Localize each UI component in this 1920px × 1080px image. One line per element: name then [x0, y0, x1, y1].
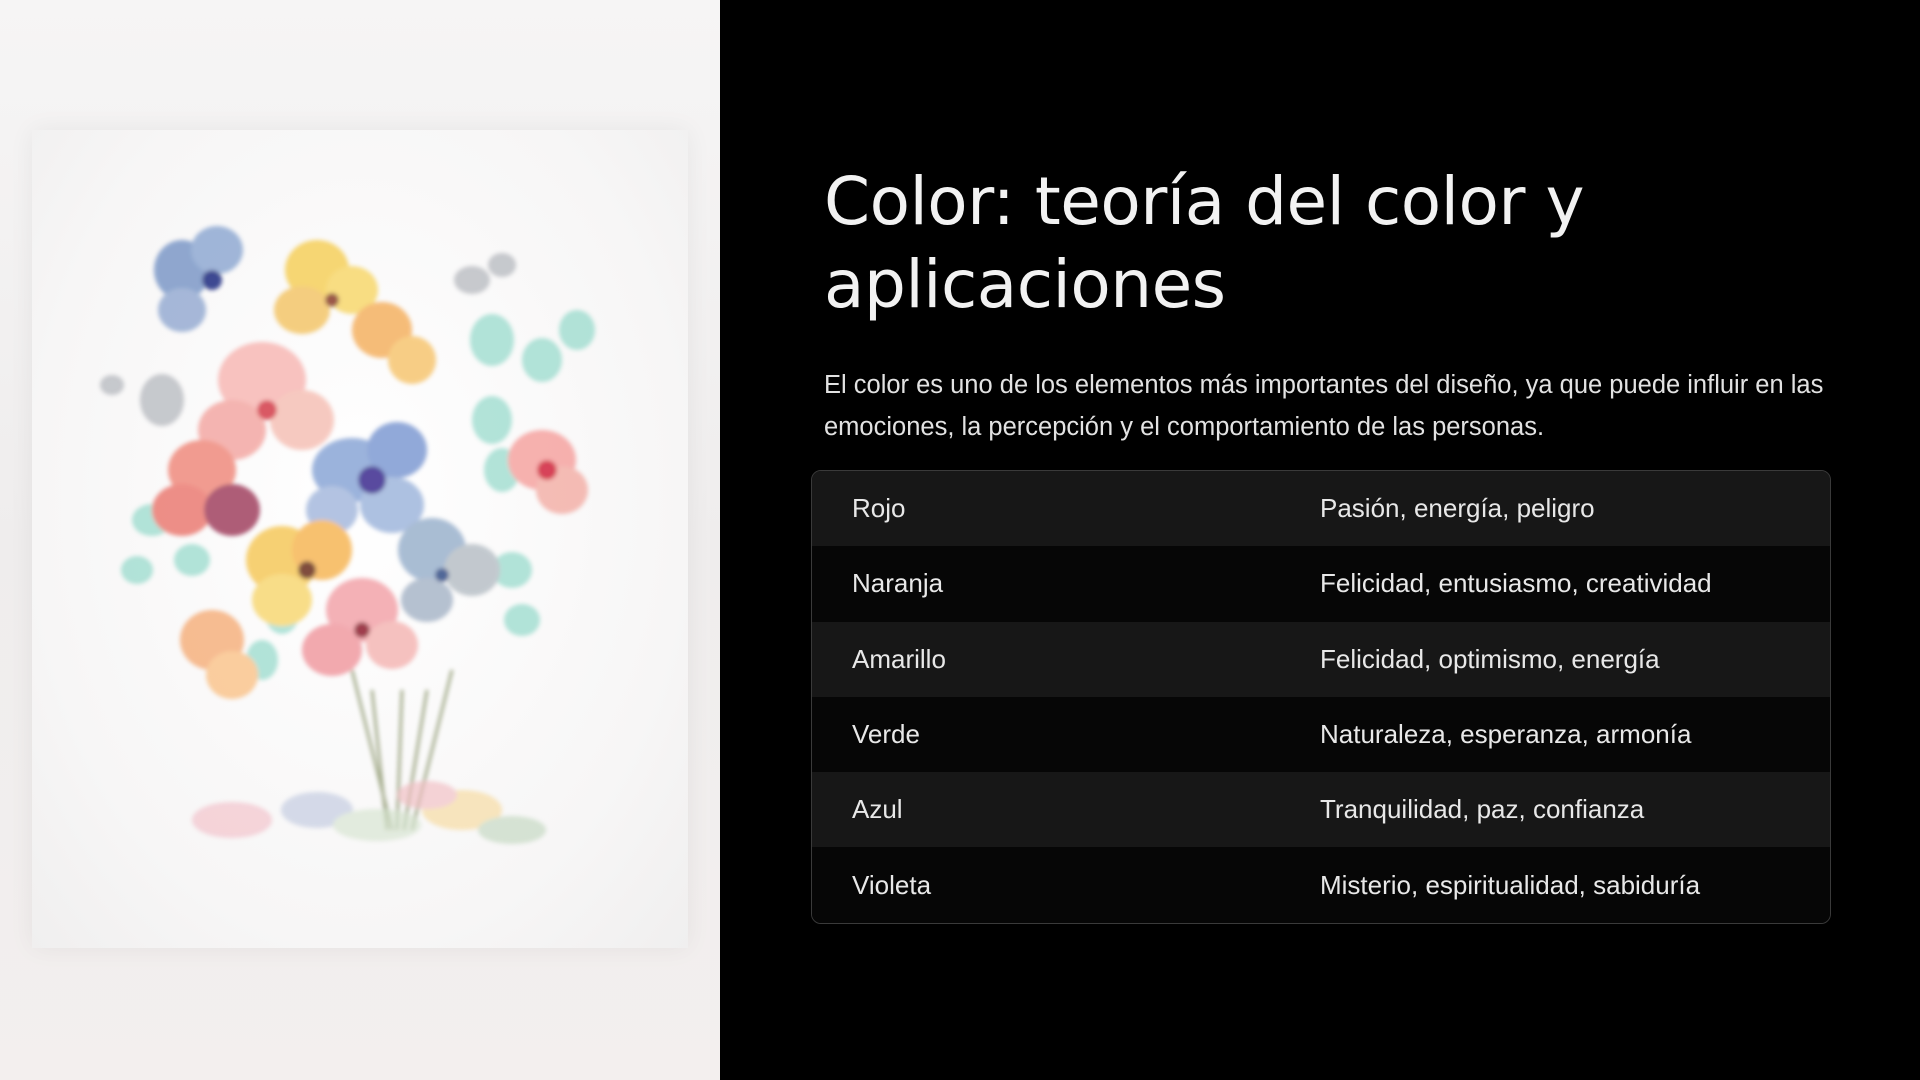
- table-row: Azul Tranquilidad, paz, confianza: [812, 772, 1830, 848]
- color-name-cell: Verde: [852, 719, 920, 750]
- color-name-cell: Violeta: [852, 869, 932, 900]
- color-name-cell: Naranja: [852, 568, 944, 599]
- table-row: Naranja Felicidad, entusiasmo, creativid…: [812, 546, 1830, 622]
- color-name-cell: Amarillo: [852, 643, 946, 674]
- description-text: El color es uno de los elementos más imp…: [824, 371, 1824, 441]
- color-meaning-cell: Pasión, energía, peligro: [1320, 493, 1595, 524]
- slide: Color: teoría del color y aplicaciones E…: [0, 0, 1920, 1080]
- page-title: Color: teoría del color y aplicaciones: [824, 163, 1585, 323]
- table-row: Rojo Pasión, energía, peligro: [812, 471, 1830, 547]
- watercolor-flowers-image: [32, 130, 688, 948]
- color-meaning-cell: Felicidad, entusiasmo, creatividad: [1320, 568, 1712, 599]
- image-panel: [0, 0, 720, 1080]
- table-row: Violeta Misterio, espiritualidad, sabidu…: [812, 847, 1830, 923]
- color-name-cell: Azul: [852, 794, 903, 825]
- color-meaning-cell: Naturaleza, esperanza, armonía: [1320, 719, 1692, 750]
- color-name-cell: Rojo: [852, 493, 906, 524]
- color-meaning-cell: Misterio, espiritualidad, sabiduría: [1320, 869, 1701, 900]
- color-meaning-table: Rojo Pasión, energía, peligro Naranja Fe…: [811, 470, 1831, 924]
- color-meaning-cell: Tranquilidad, paz, confianza: [1320, 794, 1645, 825]
- content-area: Color: teoría del color y aplicaciones E…: [824, 160, 1828, 448]
- table-row: Amarillo Felicidad, optimismo, energía: [812, 621, 1830, 697]
- color-meaning-cell: Felicidad, optimismo, energía: [1320, 643, 1660, 674]
- table-row: Verde Naturaleza, esperanza, armonía: [812, 696, 1830, 773]
